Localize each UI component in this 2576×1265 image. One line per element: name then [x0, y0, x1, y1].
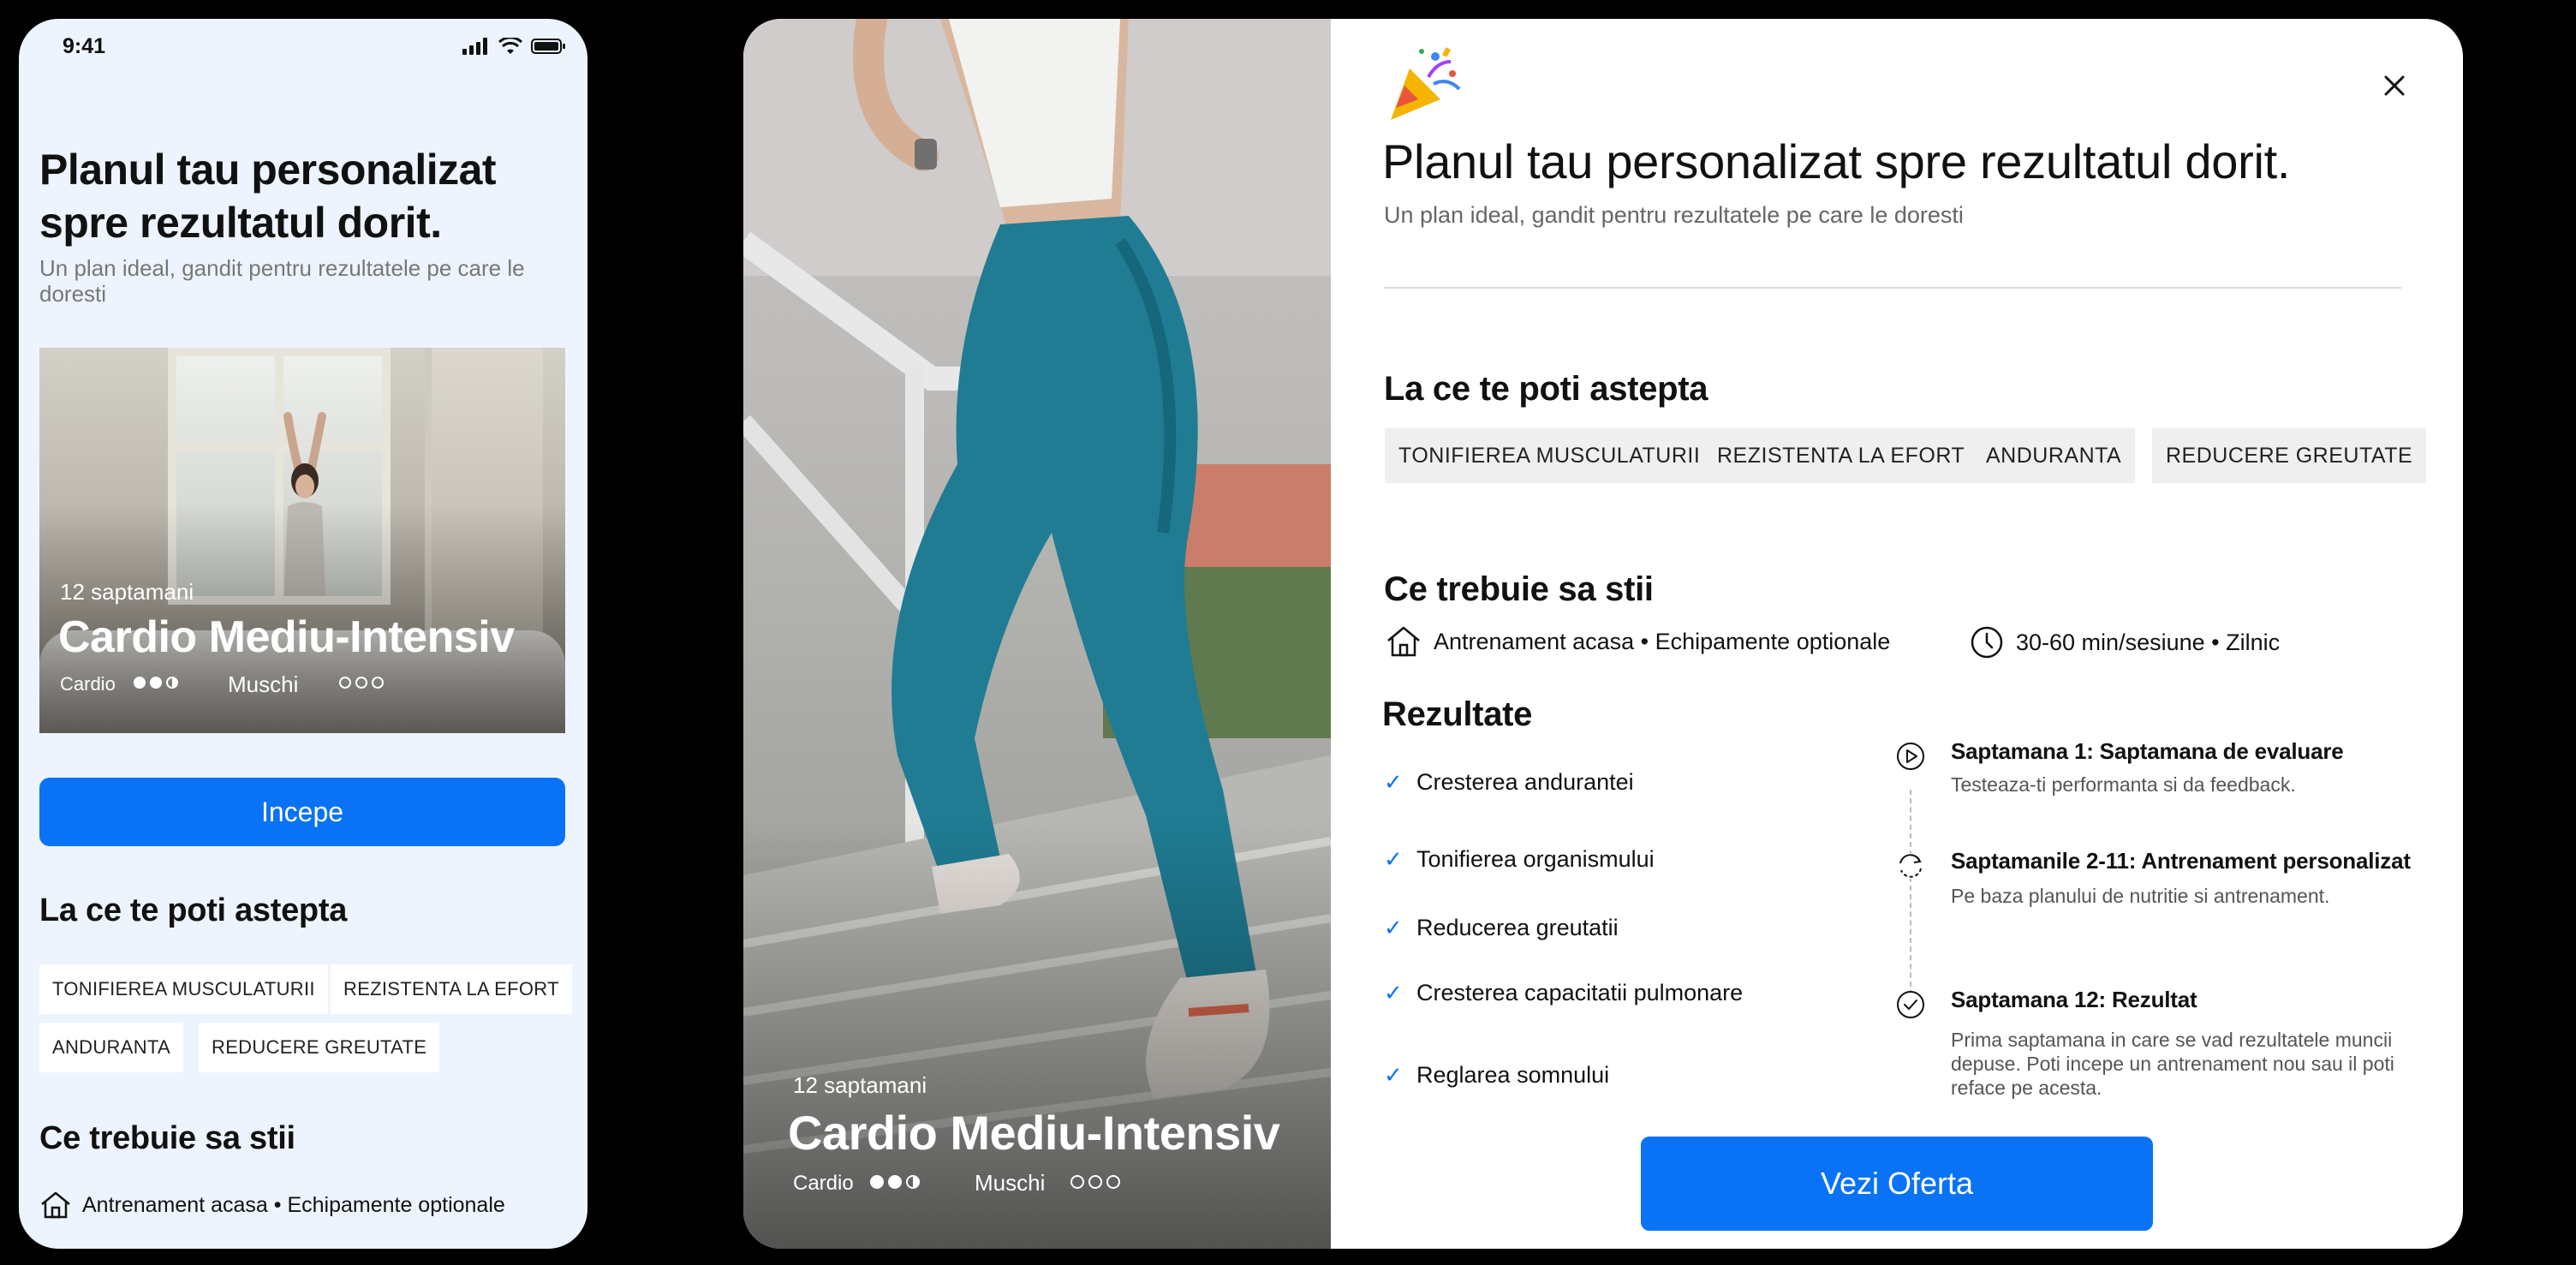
tag-reducere: REDUCERE GREUTATE — [2152, 428, 2427, 483]
wifi-icon — [498, 38, 522, 54]
hero-plan-duration: 12 saptamani — [793, 1072, 927, 1098]
timeline-step-title: Saptamana 12: Rezultat — [1951, 987, 2197, 1012]
check-circle-icon — [1897, 991, 1924, 1018]
expect-heading: La ce te poti astepta — [39, 892, 348, 928]
know-heading: Ce trebuie sa stii — [1384, 570, 1654, 608]
result-item: ✓ Cresterea andurantei — [1384, 769, 1634, 795]
phone-screen: 9:41 Planul tau personalizat spre rezult… — [19, 19, 587, 1249]
tag-rezistenta: REZISTENTA LA EFORT — [1703, 428, 1979, 483]
home-icon — [41, 1191, 70, 1219]
info-row: Antrenament acasa • Echipamente optional… — [39, 1190, 505, 1220]
hero-muscle-label: Muschi — [975, 1170, 1046, 1196]
refresh-icon — [1898, 853, 1923, 879]
close-icon[interactable] — [2379, 70, 2410, 101]
timeline-step-title: Saptamana 1: Saptamana de evaluare — [1951, 738, 2344, 764]
info-duration-text: 30-60 min/sesiune • Zilnic — [2016, 629, 2281, 655]
page-title: Planul tau personalizat spre rezultatul … — [39, 146, 497, 247]
hero-plan-name: Cardio Mediu-Intensiv — [788, 1106, 1280, 1160]
signal-icon — [462, 38, 487, 55]
tablet-screen: 12 saptamani Cardio Mediu-Intensiv Cardi… — [743, 19, 2463, 1249]
play-icon — [1897, 743, 1924, 770]
know-heading: Ce trebuie sa stii — [39, 1120, 295, 1156]
cardio-level-dots — [134, 677, 178, 689]
start-button[interactable]: Incepe — [39, 778, 565, 846]
tag-tonifierea: TONIFIEREA MUSCULATURII — [1385, 428, 1714, 483]
expect-heading: La ce te poti astepta — [1384, 370, 1708, 408]
hero-image: 12 saptamani Cardio Mediu-Intensiv Cardi… — [743, 19, 1331, 1249]
timeline-step-text: Testeaza-ti performanta si da feedback. — [1951, 773, 2296, 796]
status-time: 9:41 — [63, 34, 106, 58]
battery-icon — [531, 39, 565, 54]
timeline-step-title: Saptamanile 2-11: Antrenament personaliz… — [1951, 848, 2411, 874]
home-icon — [1387, 626, 1420, 657]
plan-name: Cardio Mediu-Intensiv — [58, 612, 515, 662]
view-offer-button[interactable]: Vezi Oferta — [1641, 1137, 2153, 1231]
info-duration-row: 30-60 min/sesiune • Zilnic — [1970, 625, 2280, 659]
plan-card[interactable]: 12 saptamani Cardio Mediu-Intensiv Cardi… — [39, 348, 565, 733]
status-bar: 9:41 — [19, 19, 587, 79]
hero-cardio-label: Cardio — [793, 1172, 854, 1195]
page-title: Planul tau personalizat spre rezultatul … — [1382, 134, 2291, 188]
timeline-step-text: Prima saptamana in care se vad rezultate… — [1951, 1029, 2394, 1099]
timeline-connector — [1910, 790, 1911, 995]
cardio-label: Cardio — [60, 673, 116, 695]
page-subtitle: Un plan ideal, gandit pentru rezultatele… — [1384, 202, 1964, 228]
result-item: ✓ Reducerea greutatii — [1384, 915, 1619, 940]
timeline-step-text: Pe baza planului de nutritie si antrenam… — [1951, 885, 2330, 907]
hero-cardio-level-dots — [870, 1175, 920, 1189]
check-icon: ✓ — [1384, 846, 1403, 872]
check-icon: ✓ — [1384, 915, 1403, 940]
results-heading: Rezultate — [1382, 695, 1533, 733]
tag-tonifierea: TONIFIEREA MUSCULATURII — [39, 964, 328, 1014]
info-location-text: Antrenament acasa • Echipamente optional… — [1434, 628, 1891, 654]
clock-icon — [1971, 626, 2003, 659]
plan-duration: 12 saptamani — [60, 579, 194, 605]
check-icon: ✓ — [1384, 980, 1403, 1005]
muscle-level-dots — [339, 677, 384, 689]
result-item: ✓ Cresterea capacitatii pulmonare — [1384, 980, 1744, 1005]
party-popper-icon — [1391, 47, 1461, 120]
check-icon: ✓ — [1384, 1062, 1403, 1088]
hero-muscle-level-dots — [1070, 1175, 1120, 1189]
muscle-label: Muschi — [228, 671, 299, 697]
result-item: ✓ Tonifierea organismului — [1384, 846, 1655, 872]
tag-anduranta: ANDURANTA — [1972, 428, 2136, 483]
page-subtitle: Un plan ideal, gandit pentru rezultatele… — [39, 255, 525, 307]
result-item: ✓ Reglarea somnului — [1384, 1062, 1610, 1088]
info-text: Antrenament acasa • Echipamente optional… — [82, 1192, 505, 1217]
tag-reducere: REDUCERE GREUTATE — [199, 1023, 440, 1072]
divider — [1384, 287, 2401, 289]
check-icon: ✓ — [1384, 769, 1403, 795]
tag-anduranta: ANDURANTA — [39, 1023, 183, 1072]
tag-rezistenta: REZISTENTA LA EFORT — [331, 964, 572, 1014]
info-location-row: Antrenament acasa • Echipamente optional… — [1386, 625, 1890, 658]
